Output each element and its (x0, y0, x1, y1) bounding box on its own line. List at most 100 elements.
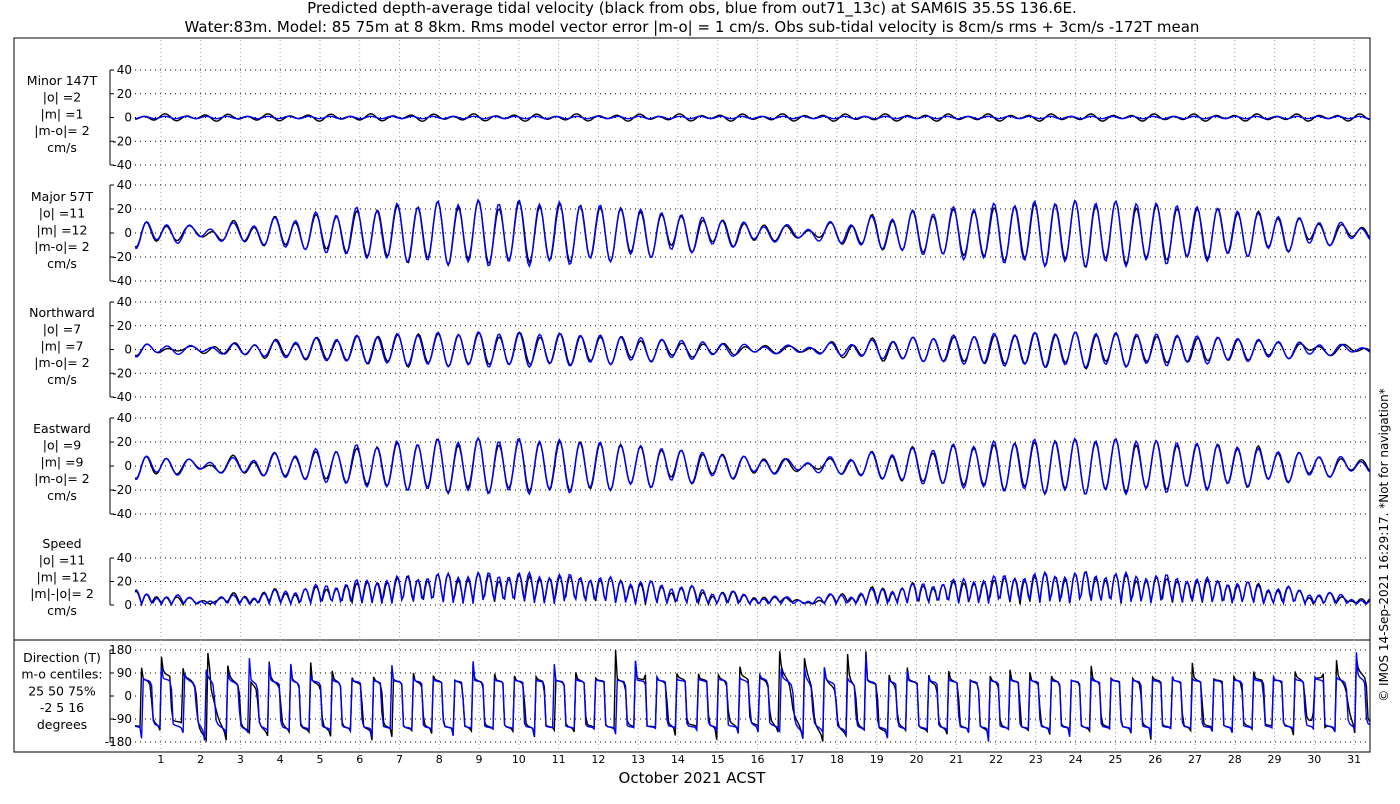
x-tick-label: 1 (157, 753, 164, 766)
panel-label-line: -2 5 16 (40, 700, 84, 715)
panel-label-line: |m| =12 (37, 569, 88, 584)
x-tick-label: 27 (1188, 753, 1202, 766)
x-tick-label: 31 (1347, 753, 1361, 766)
upper-frame (13, 37, 1371, 641)
y-tick-label: 0 (124, 459, 132, 473)
x-tick-label: 25 (1108, 753, 1122, 766)
y-tick-label: -20 (112, 250, 132, 264)
y-tick-label: 40 (117, 411, 132, 425)
panel-label-line: |m-o|= 2 (34, 471, 89, 486)
x-tick-label: 13 (631, 753, 645, 766)
x-tick-label: 8 (436, 753, 443, 766)
panel-label-line: m-o centiles: (21, 667, 102, 682)
panel-speed: Speed |o| =11|m| =12 |m|-|o|= 2 cm/s 40 20 0 (30, 536, 1371, 618)
panel-north: Northward |o| =7|m| =7 |m-o|= 2 cm/s 40 20 0 -2… (29, 295, 1371, 404)
x-tick-label: 4 (277, 753, 284, 766)
panel-label-line: cm/s (47, 372, 77, 387)
panel-minor: Minor 147T |o| =2|m| =1 |m-o|= 2 cm/s 40 20 0 -… (27, 63, 1370, 172)
y-tick-label: 40 (117, 551, 132, 565)
panels: Minor 147T |o| =2|m| =1 |m-o|= 2 cm/s 40 20 0 -… (21, 63, 1371, 749)
panel-label-line: Minor 147T (27, 73, 98, 88)
y-tick-label: -20 (112, 366, 132, 380)
y-tick-label: 180 (109, 643, 132, 657)
panel-label-line: |o| =9 (43, 438, 82, 453)
panel-label-line: cm/s (47, 488, 77, 503)
x-tick-label: 3 (237, 753, 244, 766)
panel-dir: Direction (T) m-o centiles:25 50 75% -2 5 … (21, 643, 1371, 749)
panel-label-line: |m-o|= 2 (34, 239, 89, 254)
panel-label-line: degrees (37, 717, 87, 732)
y-tick-label: 0 (124, 689, 132, 703)
x-tick-label: 15 (711, 753, 725, 766)
x-tick-label: 22 (989, 753, 1003, 766)
panel-label-line: |m-o|= 2 (34, 355, 89, 370)
panel-label-line: |m| =7 (41, 338, 84, 353)
x-tick-label: 14 (671, 753, 685, 766)
direction-frame (13, 639, 1371, 753)
x-tick-label: 2 (197, 753, 204, 766)
y-tick-label: -20 (112, 483, 132, 497)
x-tick-label: 30 (1307, 753, 1321, 766)
panel-label-line: |m| =12 (37, 222, 88, 237)
x-tick-label: 20 (910, 753, 924, 766)
x-tick-label: 19 (870, 753, 884, 766)
y-tick-label: 20 (117, 202, 132, 216)
panel-label-line: 25 50 75% (28, 683, 96, 698)
panel-major: Major 57T |o| =11|m| =12 |m-o|= 2 cm/s 40 20 0… (31, 178, 1371, 288)
panel-label-line: |m-o|= 2 (34, 123, 89, 138)
x-tick-label: 26 (1148, 753, 1162, 766)
x-tick-label: 16 (750, 753, 764, 766)
y-tick-label: 40 (117, 63, 132, 77)
x-tick-label: 24 (1069, 753, 1083, 766)
x-tick-label: 10 (512, 753, 526, 766)
panel-east: Eastward |o| =9|m| =9 |m-o|= 2 cm/s 40 20 0 -20… (33, 411, 1371, 521)
panel-label-line: |o| =11 (39, 206, 85, 221)
panel-label-line: cm/s (47, 140, 77, 155)
panel-label-line: |m| =9 (41, 454, 84, 469)
x-tick-label: 9 (476, 753, 483, 766)
x-tick-label: 12 (591, 753, 605, 766)
panel-label-line: Northward (29, 305, 95, 320)
panel-label-line: |m| =1 (41, 106, 84, 121)
y-tick-label: 20 (117, 319, 132, 333)
x-axis: 1 2 3 4 5 6 7 8 9 10 11 12 13 14 15 16 17 18 19 20 21 22 23 24 2… (157, 753, 1361, 766)
panel-label-line: Major 57T (31, 189, 94, 204)
panel-label-line: Direction (T) (23, 650, 101, 665)
copyright-note: © IMOS 14-Sep-2021 16:29:17. *Not for na… (1377, 388, 1391, 702)
y-tick-label: 20 (117, 87, 132, 101)
panel-label-line: cm/s (47, 256, 77, 271)
y-tick-label: -40 (112, 158, 132, 172)
y-tick-label: 0 (124, 598, 132, 612)
x-tick-label: 5 (316, 753, 323, 766)
x-tick-label: 17 (790, 753, 804, 766)
y-tick-label: 20 (117, 435, 132, 449)
y-tick-label: 0 (124, 111, 132, 125)
chart-subtitle: Water:83m. Model: 85 75m at 8 8km. Rms m… (185, 18, 1200, 36)
y-tick-label: 40 (117, 178, 132, 192)
x-tick-label: 29 (1268, 753, 1282, 766)
chart-title: Predicted depth-average tidal velocity (… (307, 0, 1077, 18)
panel-label-line: |o| =2 (43, 90, 81, 105)
x-tick-label: 11 (552, 753, 566, 766)
y-tick-label: 40 (117, 295, 132, 309)
panel-label-line: |o| =7 (43, 322, 81, 337)
x-axis-label: October 2021 ACST (619, 769, 767, 787)
x-tick-label: 18 (830, 753, 844, 766)
y-tick-label: -90 (112, 712, 132, 726)
x-tick-label: 6 (356, 753, 363, 766)
x-tick-label: 7 (396, 753, 403, 766)
day-gridlines (160, 40, 1355, 750)
y-tick-label: -20 (112, 134, 132, 148)
panel-label-line: Speed (42, 536, 81, 551)
panel-label-line: cm/s (47, 603, 77, 618)
y-tick-label: 0 (124, 343, 132, 357)
y-tick-label: -40 (112, 390, 132, 404)
panel-label-line: |o| =11 (39, 553, 85, 568)
panel-label-line: |m|-|o|= 2 (30, 586, 94, 601)
y-tick-label: 90 (117, 666, 132, 680)
y-tick-label: -180 (105, 735, 132, 749)
y-tick-label: 0 (124, 226, 132, 240)
x-tick-label: 28 (1228, 753, 1242, 766)
x-tick-label: 23 (1029, 753, 1043, 766)
panel-label-line: Eastward (33, 421, 91, 436)
